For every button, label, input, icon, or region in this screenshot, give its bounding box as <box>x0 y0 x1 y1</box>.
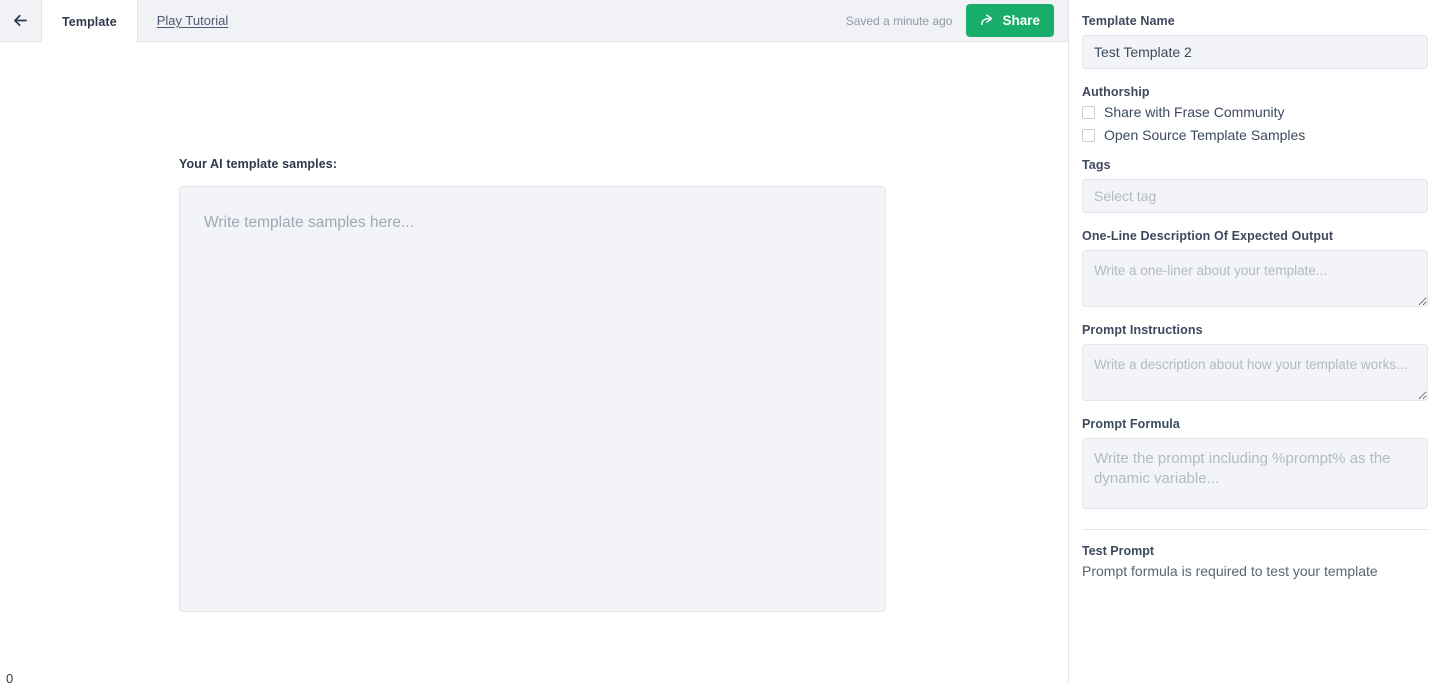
prompt-formula-input[interactable] <box>1082 438 1428 509</box>
checkbox-row-share-community[interactable]: Share with Frase Community <box>1082 105 1428 119</box>
tab-template[interactable]: Template <box>41 0 138 43</box>
play-tutorial-link[interactable]: Play Tutorial <box>157 0 229 41</box>
tags-group: Tags <box>1082 158 1428 213</box>
checkbox-row-open-source-samples[interactable]: Open Source Template Samples <box>1082 128 1428 142</box>
toolbar-right-group: Saved a minute ago Share <box>846 0 1068 41</box>
share-button-label: Share <box>1002 13 1040 28</box>
prompt-instructions-label: Prompt Instructions <box>1082 323 1203 337</box>
template-name-group: Template Name <box>1082 14 1428 69</box>
one-line-description-label: One-Line Description Of Expected Output <box>1082 229 1334 243</box>
samples-label: Your AI template samples: <box>179 157 338 171</box>
test-prompt-message: Prompt formula is required to test your … <box>1082 563 1378 579</box>
authorship-label: Authorship <box>1082 85 1150 99</box>
top-toolbar: Template Play Tutorial Saved a minute ag… <box>0 0 1068 43</box>
template-name-input[interactable] <box>1082 35 1428 69</box>
prompt-instructions-group: Prompt Instructions <box>1082 323 1428 401</box>
share-arrow-icon <box>980 13 995 28</box>
authorship-group: Authorship Share with Frase Community Op… <box>1082 85 1428 142</box>
share-with-frase-community-label: Share with Frase Community <box>1104 104 1285 120</box>
prompt-formula-label: Prompt Formula <box>1082 417 1180 431</box>
test-prompt-label: Test Prompt <box>1082 544 1154 558</box>
share-button[interactable]: Share <box>966 4 1054 37</box>
editor-body: Your AI template samples: 0 <box>0 42 1068 683</box>
test-prompt-group: Test Prompt Prompt formula is required t… <box>1082 544 1428 579</box>
one-line-description-input[interactable] <box>1082 250 1428 307</box>
open-source-template-samples-label: Open Source Template Samples <box>1104 127 1306 143</box>
open-source-template-samples-checkbox[interactable] <box>1082 128 1095 142</box>
character-count: 0 <box>6 671 14 683</box>
tags-select-input[interactable] <box>1082 179 1428 213</box>
play-tutorial-label: Play Tutorial <box>156 13 229 28</box>
template-editor-page: Template Play Tutorial Saved a minute ag… <box>0 0 1440 683</box>
tab-template-label: Template <box>62 14 117 29</box>
prompt-instructions-input[interactable] <box>1082 344 1428 401</box>
settings-sidebar: Template Name Authorship Share with Fras… <box>1068 0 1440 683</box>
template-name-label: Template Name <box>1082 14 1175 28</box>
tags-label: Tags <box>1082 158 1111 172</box>
sidebar-divider <box>1082 529 1428 530</box>
one-line-description-group: One-Line Description Of Expected Output <box>1082 229 1428 307</box>
prompt-formula-group: Prompt Formula <box>1082 417 1428 509</box>
back-button[interactable] <box>0 0 41 41</box>
main-column: Template Play Tutorial Saved a minute ag… <box>0 0 1068 683</box>
template-samples-input[interactable] <box>179 186 886 612</box>
arrow-left-icon <box>11 11 30 30</box>
share-with-frase-community-checkbox[interactable] <box>1082 105 1095 119</box>
saved-status-text: Saved a minute ago <box>845 13 953 28</box>
